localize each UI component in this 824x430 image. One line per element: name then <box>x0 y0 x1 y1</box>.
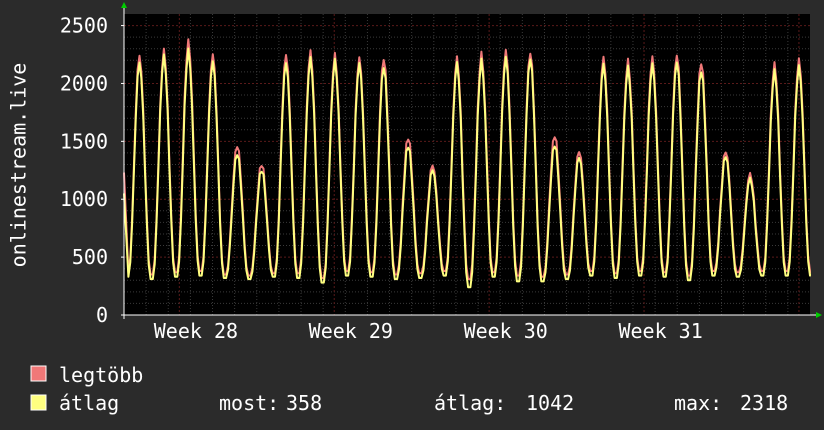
y-tick-label: 500 <box>72 245 108 269</box>
stat-avg-value: 1042 <box>526 391 574 415</box>
legend-label-max: legtöbb <box>59 363 143 387</box>
x-tick-label: Week 30 <box>464 319 548 343</box>
legend: legtöbb átlag most: 358 átlag: 1042 max:… <box>30 363 788 415</box>
x-tick-label: Week 31 <box>618 319 702 343</box>
stat-now-label: most: <box>219 391 279 415</box>
legend-swatch-avg <box>30 394 47 411</box>
y-tick-label: 2500 <box>60 14 108 38</box>
y-tick-label: 1000 <box>60 187 108 211</box>
y-axis-title: onlinestream.live <box>7 63 31 268</box>
stat-max-value: 2318 <box>740 391 788 415</box>
chart-root: 0 500 1000 1500 2000 2500 Week 28 Week 29 Week … <box>0 0 824 430</box>
stat-max-label: max: <box>674 391 722 415</box>
y-tick-labels: 0 500 1000 1500 2000 2500 <box>60 14 124 327</box>
legend-label-avg: átlag <box>59 391 119 415</box>
y-tick-label: 1500 <box>60 129 108 153</box>
line-chart: 05001000150020002500 Week 28 Week 29 Week … <box>7 2 822 415</box>
stat-avg-label: átlag: <box>434 391 506 415</box>
x-tick-label: Week 28 <box>154 319 238 343</box>
y-tick-label: 2000 <box>60 71 108 95</box>
y-axis-arrow <box>121 2 127 8</box>
x-tick-label: Week 29 <box>309 319 393 343</box>
x-axis-arrow <box>816 312 822 318</box>
x-tick-labels: Week 28 Week 29 Week 30 Week 31 <box>154 319 703 343</box>
y-tick-label: 0 <box>96 303 108 327</box>
legend-swatch-max <box>30 365 47 382</box>
stat-now-value: 358 <box>286 391 322 415</box>
